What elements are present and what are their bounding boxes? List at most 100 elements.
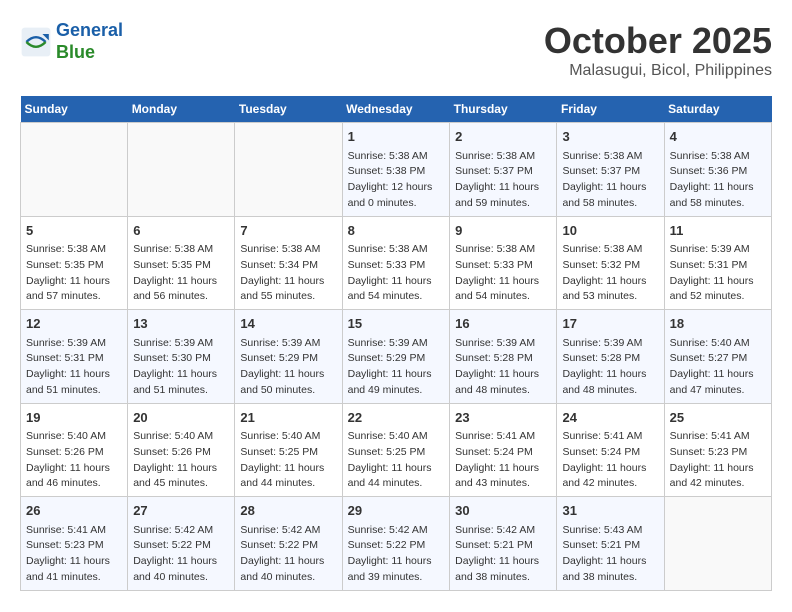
day-info: Sunrise: 5:41 AM Sunset: 5:23 PM Dayligh… bbox=[26, 523, 122, 586]
calendar-cell: 27Sunrise: 5:42 AM Sunset: 5:22 PM Dayli… bbox=[128, 497, 235, 591]
calendar-cell bbox=[21, 123, 128, 217]
col-header-tuesday: Tuesday bbox=[235, 96, 342, 123]
calendar-cell: 19Sunrise: 5:40 AM Sunset: 5:26 PM Dayli… bbox=[21, 403, 128, 497]
day-info: Sunrise: 5:38 AM Sunset: 5:33 PM Dayligh… bbox=[455, 242, 551, 305]
col-header-saturday: Saturday bbox=[664, 96, 771, 123]
calendar-cell: 23Sunrise: 5:41 AM Sunset: 5:24 PM Dayli… bbox=[450, 403, 557, 497]
day-number: 4 bbox=[670, 127, 766, 147]
calendar-cell: 14Sunrise: 5:39 AM Sunset: 5:29 PM Dayli… bbox=[235, 310, 342, 404]
calendar-cell: 8Sunrise: 5:38 AM Sunset: 5:33 PM Daylig… bbox=[342, 216, 450, 310]
day-number: 28 bbox=[240, 501, 336, 521]
calendar-cell: 11Sunrise: 5:39 AM Sunset: 5:31 PM Dayli… bbox=[664, 216, 771, 310]
day-info: Sunrise: 5:39 AM Sunset: 5:31 PM Dayligh… bbox=[670, 242, 766, 305]
day-info: Sunrise: 5:38 AM Sunset: 5:37 PM Dayligh… bbox=[562, 149, 658, 212]
header-row: SundayMondayTuesdayWednesdayThursdayFrid… bbox=[21, 96, 772, 123]
day-info: Sunrise: 5:40 AM Sunset: 5:26 PM Dayligh… bbox=[133, 429, 229, 492]
col-header-thursday: Thursday bbox=[450, 96, 557, 123]
calendar-cell: 12Sunrise: 5:39 AM Sunset: 5:31 PM Dayli… bbox=[21, 310, 128, 404]
col-header-friday: Friday bbox=[557, 96, 664, 123]
calendar-cell: 20Sunrise: 5:40 AM Sunset: 5:26 PM Dayli… bbox=[128, 403, 235, 497]
day-info: Sunrise: 5:39 AM Sunset: 5:29 PM Dayligh… bbox=[348, 336, 445, 399]
day-info: Sunrise: 5:42 AM Sunset: 5:22 PM Dayligh… bbox=[348, 523, 445, 586]
calendar-cell: 5Sunrise: 5:38 AM Sunset: 5:35 PM Daylig… bbox=[21, 216, 128, 310]
calendar-cell: 28Sunrise: 5:42 AM Sunset: 5:22 PM Dayli… bbox=[235, 497, 342, 591]
calendar-cell: 16Sunrise: 5:39 AM Sunset: 5:28 PM Dayli… bbox=[450, 310, 557, 404]
calendar-cell bbox=[664, 497, 771, 591]
day-info: Sunrise: 5:40 AM Sunset: 5:27 PM Dayligh… bbox=[670, 336, 766, 399]
calendar-cell bbox=[128, 123, 235, 217]
logo: General Blue bbox=[20, 20, 123, 63]
day-number: 14 bbox=[240, 314, 336, 334]
logo-icon bbox=[20, 26, 52, 58]
day-info: Sunrise: 5:39 AM Sunset: 5:31 PM Dayligh… bbox=[26, 336, 122, 399]
month-title: October 2025 bbox=[544, 20, 772, 62]
day-info: Sunrise: 5:42 AM Sunset: 5:22 PM Dayligh… bbox=[133, 523, 229, 586]
day-info: Sunrise: 5:42 AM Sunset: 5:21 PM Dayligh… bbox=[455, 523, 551, 586]
day-number: 13 bbox=[133, 314, 229, 334]
day-number: 22 bbox=[348, 408, 445, 428]
day-number: 27 bbox=[133, 501, 229, 521]
logo-text: General Blue bbox=[56, 20, 123, 63]
day-info: Sunrise: 5:38 AM Sunset: 5:38 PM Dayligh… bbox=[348, 149, 445, 212]
day-number: 19 bbox=[26, 408, 122, 428]
calendar-cell: 26Sunrise: 5:41 AM Sunset: 5:23 PM Dayli… bbox=[21, 497, 128, 591]
day-number: 15 bbox=[348, 314, 445, 334]
week-row-5: 26Sunrise: 5:41 AM Sunset: 5:23 PM Dayli… bbox=[21, 497, 772, 591]
day-info: Sunrise: 5:38 AM Sunset: 5:32 PM Dayligh… bbox=[562, 242, 658, 305]
day-info: Sunrise: 5:40 AM Sunset: 5:25 PM Dayligh… bbox=[348, 429, 445, 492]
day-number: 20 bbox=[133, 408, 229, 428]
calendar-cell: 10Sunrise: 5:38 AM Sunset: 5:32 PM Dayli… bbox=[557, 216, 664, 310]
day-info: Sunrise: 5:38 AM Sunset: 5:35 PM Dayligh… bbox=[133, 242, 229, 305]
calendar-cell: 15Sunrise: 5:39 AM Sunset: 5:29 PM Dayli… bbox=[342, 310, 450, 404]
day-number: 24 bbox=[562, 408, 658, 428]
calendar-cell: 2Sunrise: 5:38 AM Sunset: 5:37 PM Daylig… bbox=[450, 123, 557, 217]
day-info: Sunrise: 5:38 AM Sunset: 5:35 PM Dayligh… bbox=[26, 242, 122, 305]
col-header-sunday: Sunday bbox=[21, 96, 128, 123]
day-info: Sunrise: 5:39 AM Sunset: 5:28 PM Dayligh… bbox=[455, 336, 551, 399]
day-number: 1 bbox=[348, 127, 445, 147]
day-number: 31 bbox=[562, 501, 658, 521]
day-number: 6 bbox=[133, 221, 229, 241]
day-info: Sunrise: 5:41 AM Sunset: 5:23 PM Dayligh… bbox=[670, 429, 766, 492]
calendar-cell: 7Sunrise: 5:38 AM Sunset: 5:34 PM Daylig… bbox=[235, 216, 342, 310]
day-number: 21 bbox=[240, 408, 336, 428]
day-info: Sunrise: 5:38 AM Sunset: 5:37 PM Dayligh… bbox=[455, 149, 551, 212]
calendar-table: SundayMondayTuesdayWednesdayThursdayFrid… bbox=[20, 96, 772, 591]
day-number: 10 bbox=[562, 221, 658, 241]
day-info: Sunrise: 5:38 AM Sunset: 5:34 PM Dayligh… bbox=[240, 242, 336, 305]
day-info: Sunrise: 5:40 AM Sunset: 5:26 PM Dayligh… bbox=[26, 429, 122, 492]
day-info: Sunrise: 5:38 AM Sunset: 5:36 PM Dayligh… bbox=[670, 149, 766, 212]
calendar-cell: 24Sunrise: 5:41 AM Sunset: 5:24 PM Dayli… bbox=[557, 403, 664, 497]
day-number: 26 bbox=[26, 501, 122, 521]
day-number: 12 bbox=[26, 314, 122, 334]
day-info: Sunrise: 5:38 AM Sunset: 5:33 PM Dayligh… bbox=[348, 242, 445, 305]
calendar-cell: 13Sunrise: 5:39 AM Sunset: 5:30 PM Dayli… bbox=[128, 310, 235, 404]
calendar-cell bbox=[235, 123, 342, 217]
day-number: 17 bbox=[562, 314, 658, 334]
calendar-cell: 4Sunrise: 5:38 AM Sunset: 5:36 PM Daylig… bbox=[664, 123, 771, 217]
location-subtitle: Malasugui, Bicol, Philippines bbox=[544, 62, 772, 80]
calendar-cell: 25Sunrise: 5:41 AM Sunset: 5:23 PM Dayli… bbox=[664, 403, 771, 497]
day-number: 3 bbox=[562, 127, 658, 147]
week-row-2: 5Sunrise: 5:38 AM Sunset: 5:35 PM Daylig… bbox=[21, 216, 772, 310]
day-number: 7 bbox=[240, 221, 336, 241]
day-number: 5 bbox=[26, 221, 122, 241]
col-header-monday: Monday bbox=[128, 96, 235, 123]
day-number: 9 bbox=[455, 221, 551, 241]
calendar-cell: 22Sunrise: 5:40 AM Sunset: 5:25 PM Dayli… bbox=[342, 403, 450, 497]
col-header-wednesday: Wednesday bbox=[342, 96, 450, 123]
calendar-cell: 9Sunrise: 5:38 AM Sunset: 5:33 PM Daylig… bbox=[450, 216, 557, 310]
day-number: 23 bbox=[455, 408, 551, 428]
day-number: 29 bbox=[348, 501, 445, 521]
day-number: 18 bbox=[670, 314, 766, 334]
day-number: 16 bbox=[455, 314, 551, 334]
day-info: Sunrise: 5:42 AM Sunset: 5:22 PM Dayligh… bbox=[240, 523, 336, 586]
day-number: 8 bbox=[348, 221, 445, 241]
week-row-1: 1Sunrise: 5:38 AM Sunset: 5:38 PM Daylig… bbox=[21, 123, 772, 217]
calendar-cell: 18Sunrise: 5:40 AM Sunset: 5:27 PM Dayli… bbox=[664, 310, 771, 404]
title-section: October 2025 Malasugui, Bicol, Philippin… bbox=[544, 20, 772, 80]
calendar-cell: 17Sunrise: 5:39 AM Sunset: 5:28 PM Dayli… bbox=[557, 310, 664, 404]
day-info: Sunrise: 5:39 AM Sunset: 5:28 PM Dayligh… bbox=[562, 336, 658, 399]
day-info: Sunrise: 5:41 AM Sunset: 5:24 PM Dayligh… bbox=[562, 429, 658, 492]
calendar-cell: 29Sunrise: 5:42 AM Sunset: 5:22 PM Dayli… bbox=[342, 497, 450, 591]
